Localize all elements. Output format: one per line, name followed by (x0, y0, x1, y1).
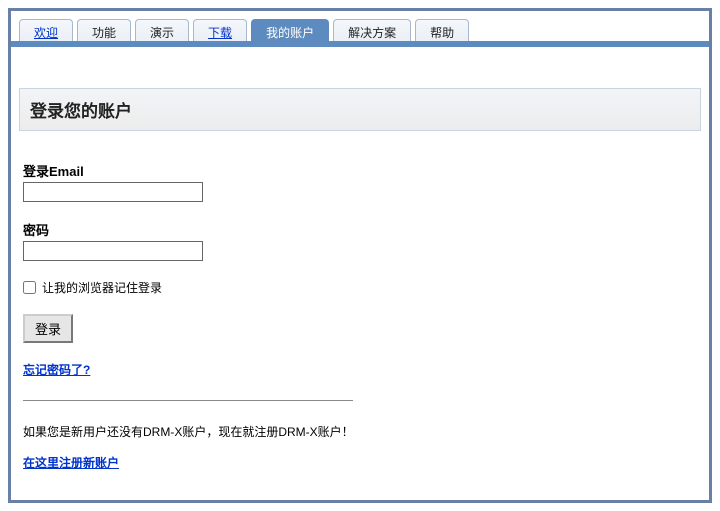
register-info: 如果您是新用户还没有DRM-X账户，现在就注册DRM-X账户！ (23, 423, 701, 440)
remember-checkbox[interactable] (23, 281, 36, 294)
login-button[interactable]: 登录 (23, 314, 73, 343)
register-link[interactable]: 在这里注册新账户 (23, 454, 119, 471)
page-title: 登录您的账户 (30, 97, 690, 122)
tab-bar: 欢迎 功能 演示 下载 我的账户 解决方案 帮助 (11, 11, 709, 46)
divider (23, 400, 353, 401)
forgot-password-link[interactable]: 忘记密码了? (23, 361, 90, 378)
content-area: 登录您的账户 登录Email 密码 让我的浏览器记住登录 登录 忘记密码了? 如… (11, 46, 709, 479)
page-title-box: 登录您的账户 (19, 88, 701, 131)
email-label: 登录Email (23, 161, 701, 180)
remember-label: 让我的浏览器记住登录 (42, 279, 162, 296)
remember-row: 让我的浏览器记住登录 (23, 279, 701, 296)
tab-account[interactable]: 我的账户 (251, 19, 329, 46)
email-field[interactable] (23, 182, 203, 202)
password-field[interactable] (23, 241, 203, 261)
app-window: 欢迎 功能 演示 下载 我的账户 解决方案 帮助 登录您的账户 登录Email … (8, 8, 712, 503)
password-label: 密码 (23, 220, 701, 239)
login-form: 登录Email 密码 让我的浏览器记住登录 登录 忘记密码了? 如果您是新用户还… (19, 161, 701, 471)
